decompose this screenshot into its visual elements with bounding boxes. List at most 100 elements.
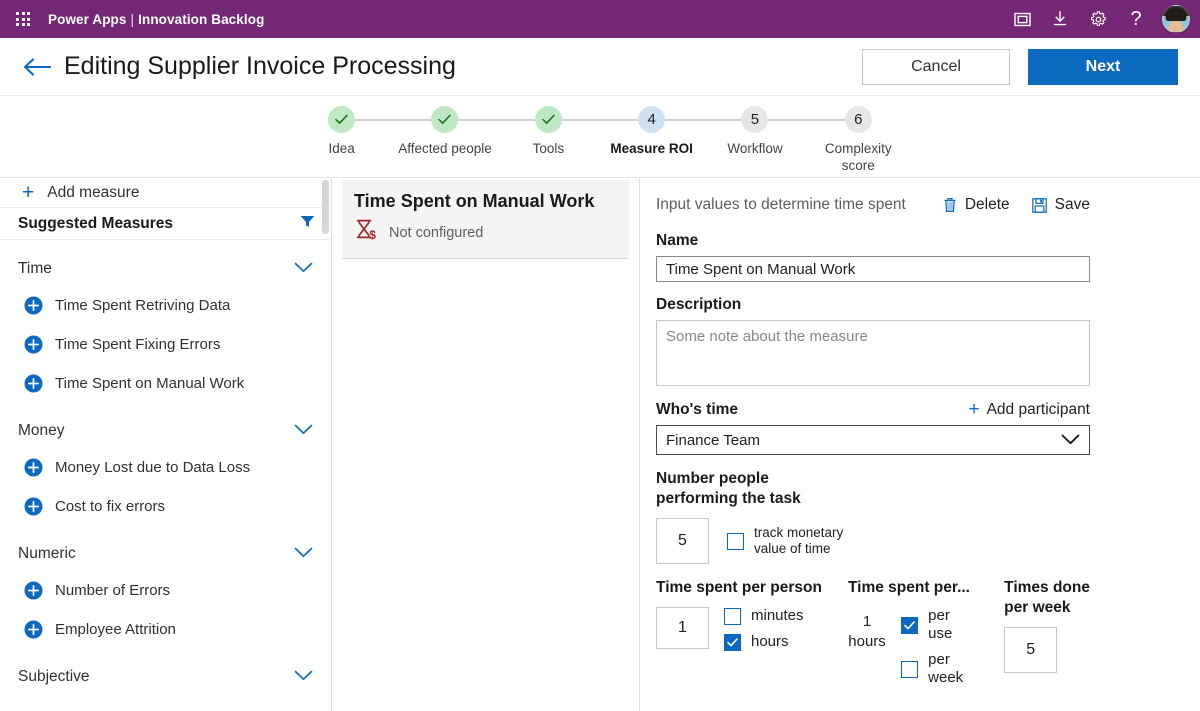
detail-subtitle: Input values to determine time spent: [656, 196, 906, 214]
add-circle-icon[interactable]: [24, 374, 43, 393]
time-unit-checkbox-stack: minutes hours: [724, 607, 804, 651]
filter-icon[interactable]: [300, 215, 315, 233]
list-item[interactable]: Cost to fix errors: [0, 487, 331, 526]
chevron-down-icon[interactable]: [294, 260, 313, 278]
step-bubble-2: [431, 106, 458, 133]
step-tools[interactable]: Tools: [497, 106, 600, 174]
per-week-checkbox-row[interactable]: per week: [901, 651, 974, 687]
add-circle-icon[interactable]: [24, 497, 43, 516]
delete-button[interactable]: Delete: [943, 196, 1010, 214]
per-use-checkbox-row[interactable]: per use: [901, 607, 974, 643]
add-measure-label: Add measure: [47, 184, 139, 202]
step-workflow[interactable]: 5 Workflow: [703, 106, 806, 174]
chevron-down-icon[interactable]: [294, 668, 313, 686]
add-circle-icon[interactable]: [24, 335, 43, 354]
gear-icon[interactable]: [1080, 2, 1116, 36]
per-checkbox-stack: per use per week: [901, 607, 974, 687]
add-participant-label: Add participant: [987, 401, 1090, 419]
top-navigation-bar: Power Apps |Innovation Backlog ?: [0, 0, 1200, 38]
step-label-1: Idea: [329, 140, 355, 157]
minutes-label: minutes: [751, 607, 804, 625]
name-input[interactable]: Time Spent on Manual Work: [656, 256, 1090, 282]
step-complexity-score[interactable]: 6 Complexity score: [807, 106, 910, 174]
measure-card-status-text: Not configured: [389, 225, 483, 241]
whos-time-select[interactable]: Finance Team: [656, 425, 1090, 455]
list-item[interactable]: Number of Errors: [0, 571, 331, 610]
chevron-down-icon[interactable]: [1061, 432, 1080, 449]
add-measure-button[interactable]: + Add measure: [0, 178, 331, 208]
list-item-label: Money Lost due to Data Loss: [55, 459, 250, 476]
download-icon[interactable]: [1042, 2, 1078, 36]
selected-measures-column: Time Spent on Manual Work $ Not configur…: [332, 178, 640, 711]
step-label-5: Workflow: [727, 140, 782, 157]
add-circle-icon[interactable]: [24, 620, 43, 639]
save-button[interactable]: Save: [1032, 196, 1090, 214]
group-header-numeric[interactable]: Numeric: [0, 537, 331, 571]
plus-icon: +: [968, 400, 979, 419]
step-idea[interactable]: Idea: [290, 106, 393, 174]
command-bar: Editing Supplier Invoice Processing Canc…: [0, 38, 1200, 96]
list-item-label: Cost to fix errors: [55, 498, 165, 515]
per-week-checkbox[interactable]: [901, 661, 918, 678]
whos-time-row: Who's time + Add participant: [656, 400, 1090, 419]
hours-checkbox[interactable]: [724, 634, 741, 651]
app-name[interactable]: Innovation Backlog: [138, 12, 264, 27]
save-icon: [1032, 198, 1047, 213]
number-people-input[interactable]: 5: [656, 518, 709, 564]
times-done-inner: 5: [1004, 627, 1090, 673]
chevron-down-icon[interactable]: [294, 545, 313, 563]
time-spent-per-title: Time spent per...: [848, 578, 974, 598]
times-done-group: Times done per week 5: [1004, 578, 1090, 687]
avatar[interactable]: [1162, 5, 1190, 33]
per-use-checkbox[interactable]: [901, 617, 918, 634]
list-item[interactable]: Money Lost due to Data Loss: [0, 448, 331, 487]
per-use-label: per use: [928, 607, 974, 643]
chevron-down-icon[interactable]: [294, 422, 313, 440]
list-item[interactable]: Employee Attrition: [0, 610, 331, 649]
add-circle-icon[interactable]: [24, 581, 43, 600]
add-circle-icon[interactable]: [24, 458, 43, 477]
measure-detail-panel: Input values to determine time spent Del…: [640, 178, 1200, 711]
description-textarea[interactable]: Some note about the measure: [656, 320, 1090, 386]
back-arrow-icon[interactable]: [20, 50, 54, 84]
delete-label: Delete: [965, 196, 1010, 214]
app-root: Power Apps |Innovation Backlog ? Editing …: [0, 0, 1200, 711]
list-item[interactable]: Time Spent Retriving Data: [0, 286, 331, 325]
track-monetary-checkbox-row[interactable]: track monetary value of time: [727, 525, 843, 557]
group-header-money[interactable]: Money: [0, 414, 331, 448]
measure-card-title: Time Spent on Manual Work: [354, 190, 617, 212]
minutes-checkbox[interactable]: [724, 608, 741, 625]
step-bubble-4: 4: [638, 106, 665, 133]
suggested-measures-title: Suggested Measures: [18, 215, 173, 233]
step-measure-roi[interactable]: 4 Measure ROI: [600, 106, 703, 174]
list-item[interactable]: Time Spent Fixing Errors: [0, 325, 331, 364]
measure-card[interactable]: Time Spent on Manual Work $ Not configur…: [342, 180, 629, 259]
brand-name[interactable]: Power Apps: [48, 12, 127, 27]
add-circle-icon[interactable]: [24, 296, 43, 315]
help-icon[interactable]: ?: [1118, 2, 1154, 36]
group-header-time[interactable]: Time: [0, 252, 331, 286]
group-header-subjective[interactable]: Subjective: [0, 660, 331, 694]
measures-list: Time Time Spent Retriving Data: [0, 240, 331, 711]
measure-card-status: $ Not configured: [354, 218, 617, 247]
cancel-button[interactable]: Cancel: [862, 49, 1010, 85]
list-item[interactable]: Time Spent on Manual Work: [0, 364, 331, 403]
app-launcher-icon[interactable]: [8, 12, 38, 26]
step-label-2: Affected people: [398, 140, 492, 157]
add-participant-button[interactable]: + Add participant: [968, 400, 1090, 419]
fullscreen-icon[interactable]: [1004, 2, 1040, 36]
time-per-person-input[interactable]: 1: [656, 607, 709, 649]
hours-checkbox-row[interactable]: hours: [724, 633, 804, 651]
next-button[interactable]: Next: [1028, 49, 1178, 85]
step-affected-people[interactable]: Affected people: [393, 106, 496, 174]
times-done-input[interactable]: 5: [1004, 627, 1057, 673]
track-monetary-checkbox[interactable]: [727, 533, 744, 550]
time-per-person-title: Time spent per person: [656, 578, 822, 598]
number-people-section: Number people performing the task 5 trac…: [656, 469, 1090, 564]
brand-separator: |: [131, 12, 135, 27]
minutes-checkbox-row[interactable]: minutes: [724, 607, 804, 625]
sidebar-scrollbar[interactable]: [321, 178, 330, 711]
scrollbar-thumb[interactable]: [322, 180, 329, 234]
group-label: Subjective: [18, 668, 90, 686]
track-monetary-label: track monetary value of time: [754, 525, 843, 557]
